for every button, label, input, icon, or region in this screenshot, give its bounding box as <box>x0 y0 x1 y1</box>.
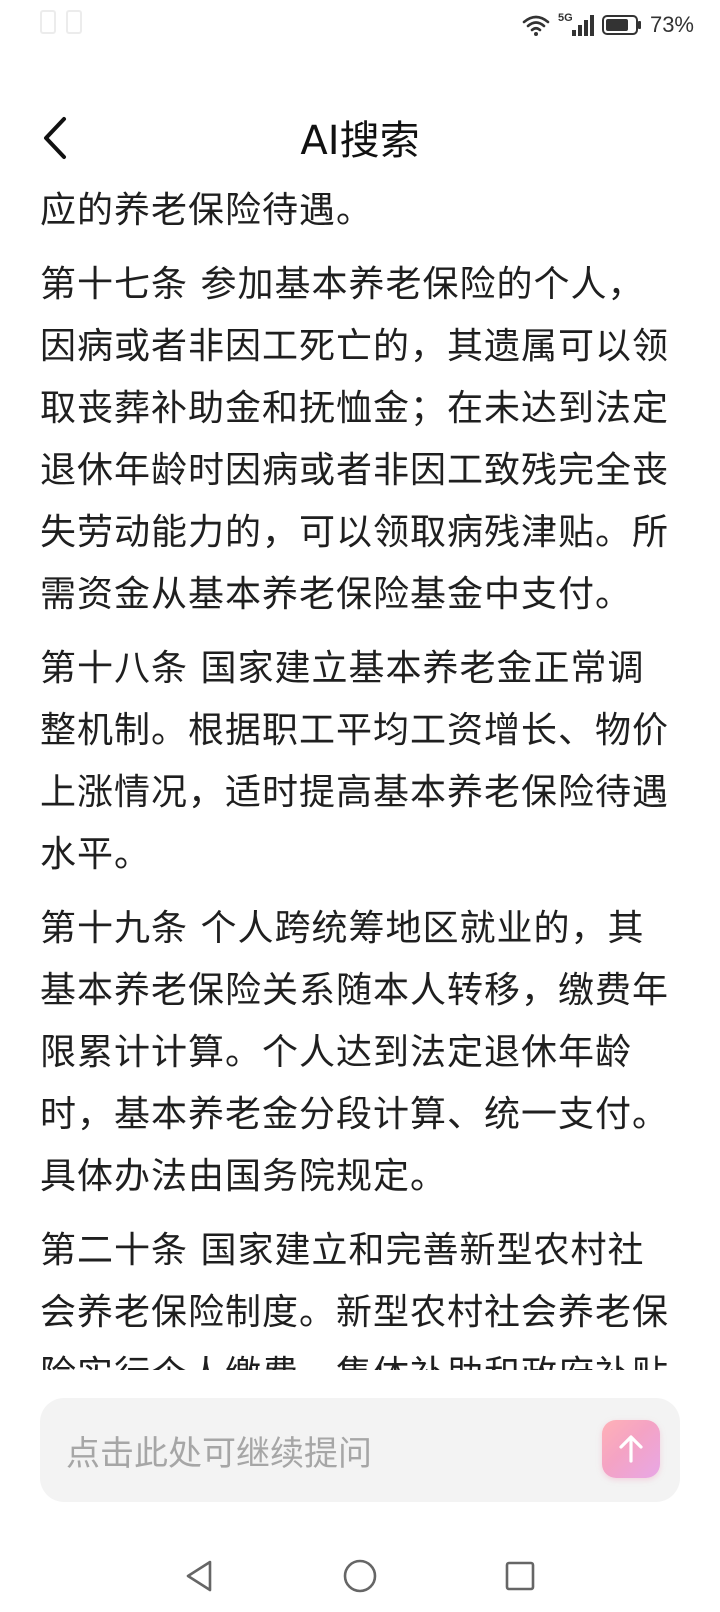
paragraph: 应的养老保险待遇。 <box>40 190 374 231</box>
answer-article: 应的养老保险待遇。 第十七条 参加基本养老保险的个人，因病或者非因工死亡的，其遗… <box>40 180 680 1370</box>
answer-content[interactable]: 应的养老保险待遇。 第十七条 参加基本养老保险的个人，因病或者非因工死亡的，其遗… <box>0 180 720 1370</box>
battery-percent: 73% <box>649 12 694 37</box>
nav-recents-icon <box>505 1561 535 1591</box>
paragraph: 第二十条 国家建立和完善新型农村社会养老保险制度。新型农村社会养老保险实行个人缴… <box>40 1230 670 1370</box>
notification-icons <box>40 10 82 34</box>
battery-icon <box>601 15 641 35</box>
follow-up-input[interactable]: 点击此处可继续提问 <box>40 1398 680 1502</box>
send-button[interactable] <box>602 1420 660 1478</box>
notification-icon <box>40 10 56 34</box>
nav-home-button[interactable] <box>330 1546 390 1606</box>
nav-back-icon <box>186 1560 212 1592</box>
cellular-signal-icon: 5G <box>558 12 594 38</box>
paragraph: 第十九条 个人跨统筹地区就业的，其基本养老保险关系随本人转移，缴费年限累计计算。… <box>40 908 670 1197</box>
screen: 5G 73% AI搜索 应的养老保险待遇。 第十七条 参加基本养老保险的个人，因… <box>0 0 720 1612</box>
paragraph: 第十七条 参加基本养老保险的个人，因病或者非因工死亡的，其遗属可以领取丧葬补助金… <box>40 264 670 615</box>
nav-back-button[interactable] <box>170 1546 230 1606</box>
app-header: AI搜索 <box>0 100 720 176</box>
status-icons: 5G 73% <box>522 10 694 40</box>
arrow-up-icon <box>619 1435 643 1463</box>
nav-recents-button[interactable] <box>490 1546 550 1606</box>
system-nav-bar <box>0 1540 720 1612</box>
page-title: AI搜索 <box>300 118 420 164</box>
nav-home-icon <box>343 1559 377 1593</box>
input-placeholder: 点击此处可继续提问 <box>66 1434 372 1474</box>
paragraph: 第十八条 国家建立基本养老金正常调整机制。根据职工平均工资增长、物价上涨情况，适… <box>40 648 670 875</box>
wifi-icon <box>522 15 550 36</box>
notification-icon <box>66 10 82 34</box>
status-bar: 5G 73% <box>0 0 720 52</box>
